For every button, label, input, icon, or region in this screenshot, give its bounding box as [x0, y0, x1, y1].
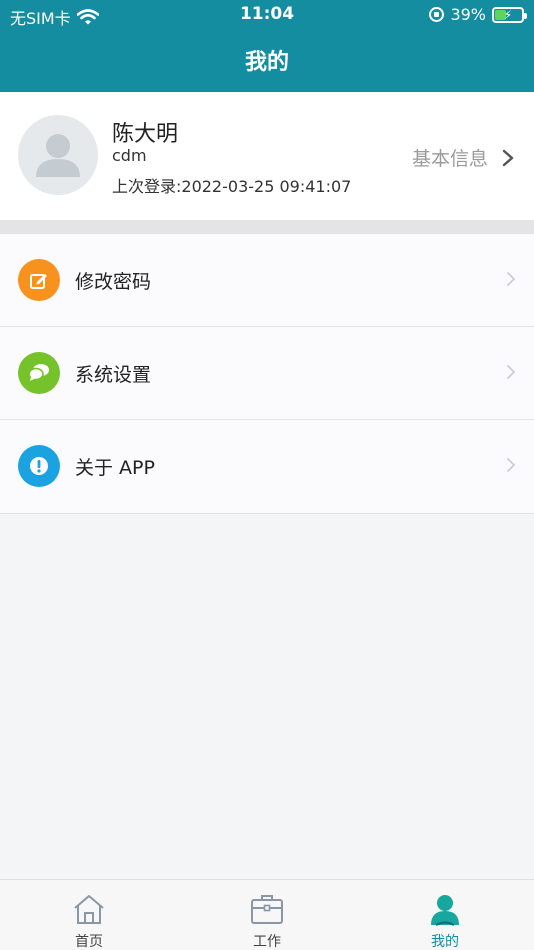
status-bar: 无SIM卡 11:04 39% ⚡	[0, 0, 534, 32]
charging-bolt-icon: ⚡	[503, 7, 513, 22]
app-header: 无SIM卡 11:04 39% ⚡ 我的	[0, 0, 534, 92]
tab-mine[interactable]: 我的	[356, 880, 534, 950]
orientation-lock-icon	[429, 7, 445, 22]
battery-percent: 39%	[450, 5, 486, 24]
section-divider	[0, 220, 534, 234]
tab-label-home: 首页	[75, 934, 103, 950]
settings-menu: 修改密码 系统设置 关于 APP	[0, 234, 534, 514]
profile-name: 陈大明	[112, 122, 179, 147]
avatar	[18, 115, 98, 195]
basic-info-label: 基本信息	[411, 148, 488, 170]
home-icon	[74, 895, 104, 924]
chevron-right-icon	[507, 458, 515, 472]
tab-bar: 首页 工作 我的	[0, 879, 534, 950]
menu-label-change-password: 修改密码	[75, 271, 152, 293]
user-icon	[431, 895, 459, 926]
tab-label-work: 工作	[253, 934, 281, 950]
profile-last-login: 上次登录:2022-03-25 09:41:07	[112, 177, 352, 196]
default-user-icon	[36, 134, 80, 177]
page-title: 我的	[244, 50, 289, 75]
tab-home[interactable]: 首页	[0, 880, 178, 950]
menu-label-system-settings: 系统设置	[75, 364, 152, 386]
tab-work[interactable]: 工作	[178, 880, 356, 950]
edit-icon	[18, 259, 60, 301]
profile-card[interactable]: 陈大明 cdm 上次登录:2022-03-25 09:41:07 基本信息	[0, 92, 534, 220]
basic-info-link[interactable]: 基本信息	[412, 144, 514, 171]
battery-cap	[524, 12, 527, 19]
chevron-right-icon	[507, 365, 515, 379]
info-icon	[18, 445, 60, 487]
menu-label-about-app: 关于 APP	[75, 457, 155, 479]
status-indicators: 39% ⚡	[429, 5, 527, 24]
battery-icon: ⚡	[492, 6, 527, 23]
menu-item-system-settings[interactable]: 系统设置	[0, 327, 534, 420]
briefcase-icon	[251, 895, 283, 924]
menu-item-change-password[interactable]: 修改密码	[0, 234, 534, 327]
profile-username: cdm	[112, 146, 147, 165]
menu-item-about-app[interactable]: 关于 APP	[0, 420, 534, 514]
chevron-right-icon	[507, 272, 515, 286]
chat-icon	[18, 352, 60, 394]
tab-label-mine: 我的	[431, 934, 459, 950]
chevron-right-icon	[502, 149, 514, 166]
